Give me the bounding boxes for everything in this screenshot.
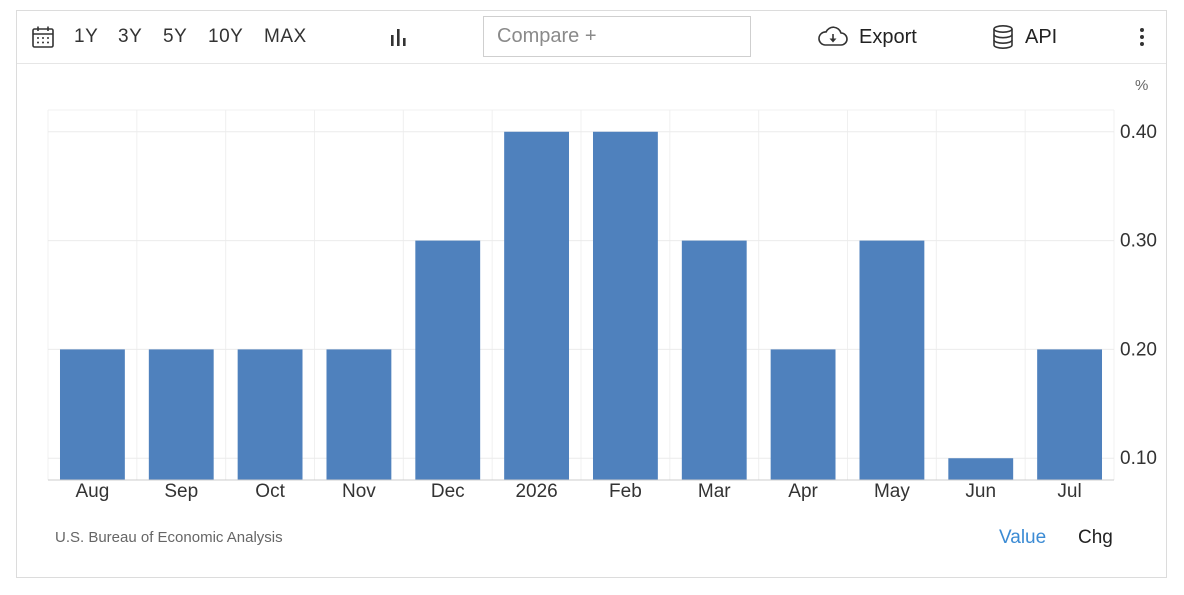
bar (1037, 349, 1103, 480)
chg-toggle[interactable]: Chg (1078, 527, 1113, 549)
bar (415, 240, 481, 480)
y-tick-label: 0.40 (1120, 122, 1157, 143)
bar (681, 240, 747, 480)
bar (59, 349, 125, 480)
y-tick-label: 0.30 (1120, 231, 1157, 252)
x-tick-label: Apr (788, 481, 818, 502)
source-label: U.S. Bureau of Economic Analysis (55, 529, 283, 546)
x-tick-label: Jul (1057, 481, 1081, 502)
x-tick-label: Dec (431, 481, 465, 502)
y-tick-label: 0.10 (1120, 448, 1157, 469)
x-tick-label: Nov (342, 481, 376, 502)
bar (592, 131, 658, 480)
value-toggle[interactable]: Value (999, 527, 1046, 549)
x-tick-label: May (874, 481, 910, 502)
y-tick-label: 0.20 (1120, 339, 1157, 360)
x-tick-label: Jun (965, 481, 996, 502)
x-tick-label: Mar (698, 481, 731, 502)
bar-chart: 0.10 0.20 0.30 0.40 Aug Sep Oct Nov Dec 2026 Feb Ma… (47, 109, 1157, 502)
x-tick-label: Sep (164, 481, 198, 502)
bar (237, 349, 303, 480)
chart-widget: 1Y 3Y 5Y 10Y MAX Export (16, 10, 1167, 578)
bar (326, 349, 392, 480)
bar (948, 458, 1014, 480)
bar (770, 349, 836, 480)
x-tick-label: Feb (609, 481, 642, 502)
x-tick-label: Aug (76, 481, 110, 502)
bar (859, 240, 925, 480)
x-tick-label: Oct (255, 481, 285, 502)
bar (148, 349, 214, 480)
x-tick-label: 2026 (515, 481, 557, 502)
bar (504, 131, 570, 480)
